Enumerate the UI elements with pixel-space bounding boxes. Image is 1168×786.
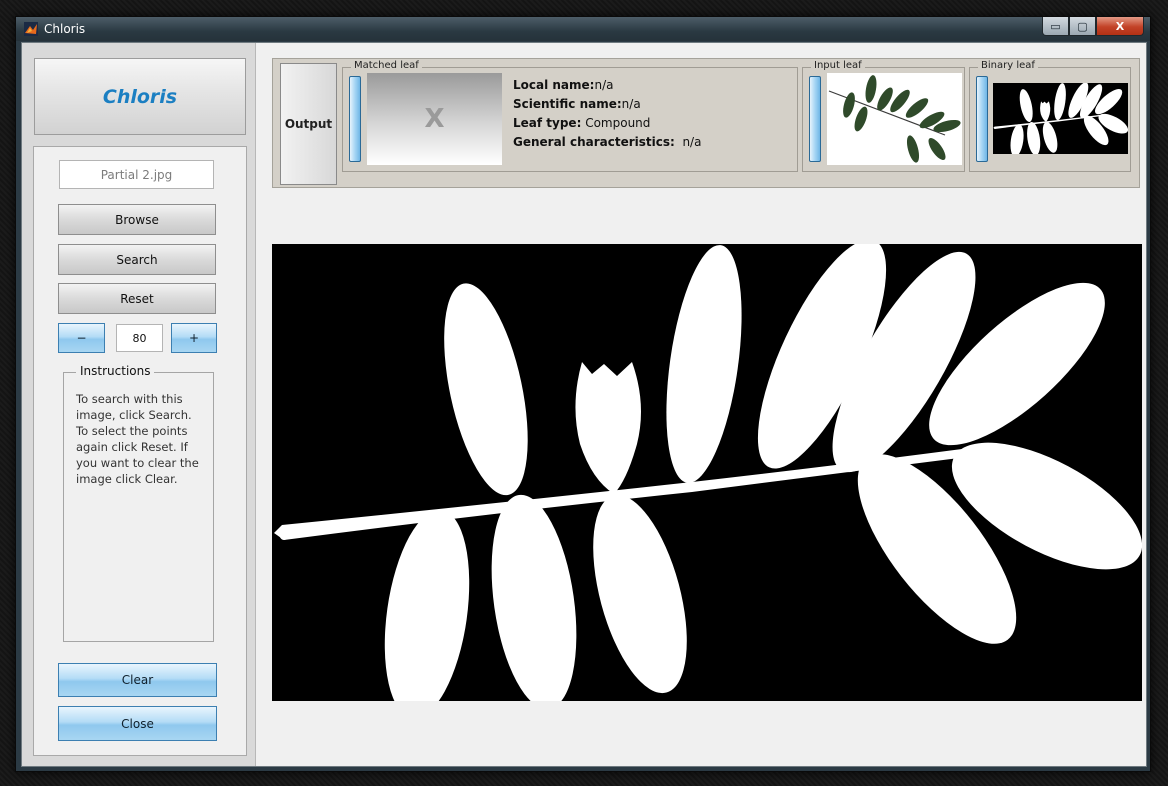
plus-icon: +: [188, 331, 200, 345]
file-name-field[interactable]: Partial 2.jpg: [59, 160, 214, 189]
general-characteristics-value: n/a: [682, 135, 702, 149]
search-button[interactable]: Search: [58, 244, 216, 275]
general-characteristics-label: General characteristics:: [513, 135, 675, 149]
input-leaf-title: Input leaf: [811, 60, 865, 71]
browse-button[interactable]: Browse: [58, 204, 216, 235]
increase-threshold-button[interactable]: +: [171, 323, 217, 353]
window-title: Chloris: [44, 22, 86, 36]
title-bar[interactable]: Chloris ▭ ▢ X: [16, 17, 1150, 41]
matched-leaf-group: Matched leaf X Local name:n/a Scientific…: [342, 60, 798, 172]
binary-leaf-image: [993, 83, 1128, 154]
binary-image-canvas[interactable]: [272, 244, 1142, 701]
minimize-button[interactable]: ▭: [1042, 17, 1069, 36]
binary-leaf-large: [274, 244, 1142, 701]
input-leaf-slider[interactable]: [809, 76, 821, 162]
maximize-button[interactable]: ▢: [1069, 17, 1096, 36]
close-window-button[interactable]: X: [1096, 17, 1144, 36]
local-name-value: n/a: [594, 78, 614, 92]
instructions-box: Instructions To search with this image, …: [63, 364, 214, 642]
binary-leaf-slider[interactable]: [976, 76, 988, 162]
client-area: Chloris Partial 2.jpg Browse Search Rese…: [21, 42, 1147, 767]
scientific-name-label: Scientific name:: [513, 97, 622, 111]
scientific-name-value: n/a: [621, 97, 641, 111]
matched-leaf-image: X: [367, 73, 502, 165]
sidebar: Chloris Partial 2.jpg Browse Search Rese…: [22, 43, 256, 766]
maximize-icon: ▢: [1077, 19, 1088, 33]
local-name-label: Local name:: [513, 78, 595, 92]
leaf-info: Local name:n/a Scientific name:n/a Leaf …: [513, 76, 701, 152]
leaf-type-value: Compound: [585, 116, 651, 130]
close-button[interactable]: Close: [58, 706, 217, 741]
threshold-field[interactable]: 80: [116, 324, 163, 352]
instructions-text: To search with this image, click Search.…: [76, 392, 199, 486]
minus-icon: −: [76, 331, 87, 345]
close-icon: X: [1115, 19, 1125, 33]
clear-button[interactable]: Clear: [58, 663, 217, 697]
output-button[interactable]: Output: [280, 63, 337, 185]
matched-leaf-title: Matched leaf: [351, 60, 422, 71]
logo-panel: Chloris: [34, 58, 246, 135]
app-logo: Chloris: [102, 85, 178, 108]
binary-leaf-title: Binary leaf: [978, 60, 1038, 71]
main-area: Output Matched leaf X Local name:n/a Sci…: [256, 43, 1146, 766]
instructions-title: Instructions: [76, 364, 155, 378]
input-leaf-group: Input leaf: [802, 60, 965, 172]
output-panel: Output Matched leaf X Local name:n/a Sci…: [272, 58, 1140, 188]
app-window: Chloris ▭ ▢ X Chloris Partial 2.jpg Brow…: [15, 16, 1151, 772]
matlab-app-icon: [24, 22, 38, 36]
decrease-threshold-button[interactable]: −: [58, 323, 105, 353]
input-leaf-image: [827, 73, 962, 165]
leaf-type-label: Leaf type:: [513, 116, 582, 130]
minimize-icon: ▭: [1050, 19, 1061, 33]
no-match-placeholder: X: [424, 104, 445, 134]
binary-leaf-group: Binary leaf: [969, 60, 1131, 172]
reset-button[interactable]: Reset: [58, 283, 216, 314]
controls-panel: Partial 2.jpg Browse Search Reset − 80 +…: [33, 146, 247, 756]
matched-leaf-slider[interactable]: [349, 76, 361, 162]
